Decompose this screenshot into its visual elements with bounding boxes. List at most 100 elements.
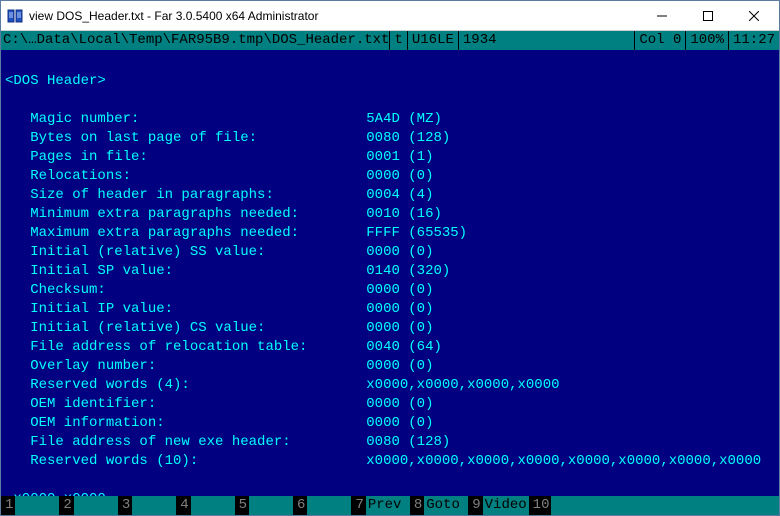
content-row: Relocations: 0000 (0) (5, 167, 775, 186)
fkey-label (249, 496, 293, 515)
fkey-3[interactable]: 3 (118, 496, 176, 515)
row-label: Initial (relative) SS value: (5, 244, 366, 260)
row-label: File address of relocation table: (5, 339, 366, 355)
file-path: C:\…Data\Local\Temp\FAR95B9.tmp\DOS_Head… (1, 31, 389, 50)
fkey-label (191, 496, 235, 515)
app-icon (7, 8, 23, 24)
fkey-5[interactable]: 5 (235, 496, 293, 515)
row-label: File address of new exe header: (5, 434, 366, 450)
status-col: Col 0 (635, 31, 685, 50)
fkey-number: 7 (351, 496, 365, 515)
fkey-fill (595, 496, 779, 515)
row-label: OEM information: (5, 415, 366, 431)
row-label: Reserved words (10): (5, 453, 366, 469)
window-title: view DOS_Header.txt - Far 3.0.5400 x64 A… (29, 9, 639, 23)
fkey-number: 3 (118, 496, 132, 515)
row-value: x0000,x0000,x0000,x0000 (366, 377, 559, 393)
status-encoding: U16LE (408, 31, 458, 50)
status-time: 11:27 (729, 31, 779, 50)
row-label: Reserved words (4): (5, 377, 366, 393)
minimize-button[interactable] (639, 1, 685, 31)
fkey-number: 2 (59, 496, 73, 515)
row-value: 0004 (4) (366, 187, 433, 203)
fkey-number: 9 (468, 496, 482, 515)
content-row: File address of relocation table: 0040 (… (5, 338, 775, 357)
fkey-label (15, 496, 59, 515)
fkey-number: 4 (176, 496, 190, 515)
fkey-7[interactable]: 7Prev (351, 496, 409, 515)
row-value: 0000 (0) (366, 244, 433, 260)
content-row: Size of header in paragraphs: 0004 (4) (5, 186, 775, 205)
fkey-number: 5 (235, 496, 249, 515)
fkey-number: 1 (1, 496, 15, 515)
content-row: Overlay number: 0000 (0) (5, 357, 775, 376)
row-label: Initial SP value: (5, 263, 366, 279)
section-heading: <DOS Header> (5, 72, 775, 91)
fkey-list: 1 2 3 4 5 6 7Prev 8Goto 9Video 10 (1, 496, 595, 515)
row-label: Overlay number: (5, 358, 366, 374)
fkey-label: Goto (424, 496, 468, 515)
row-label: Magic number: (5, 111, 366, 127)
status-percent: 100% (686, 31, 728, 50)
content-row: Bytes on last page of file: 0080 (128) (5, 129, 775, 148)
fkey-label (132, 496, 176, 515)
titlebar: view DOS_Header.txt - Far 3.0.5400 x64 A… (1, 1, 779, 31)
row-value: 0010 (16) (366, 206, 442, 222)
row-value: 0080 (128) (366, 130, 450, 146)
fkey-number: 6 (293, 496, 307, 515)
fkey-10[interactable]: 10 (529, 496, 596, 515)
row-value: 0000 (0) (366, 282, 433, 298)
fkey-4[interactable]: 4 (176, 496, 234, 515)
row-value: 0080 (128) (366, 434, 450, 450)
fkey-9[interactable]: 9Video (468, 496, 528, 515)
row-value: 0000 (0) (366, 396, 433, 412)
fkey-8[interactable]: 8Goto (410, 496, 468, 515)
row-label: Minimum extra paragraphs needed: (5, 206, 366, 222)
fkey-1[interactable]: 1 (1, 496, 59, 515)
status-flag: t (390, 31, 406, 50)
row-value: 0001 (1) (366, 149, 433, 165)
fkey-label (307, 496, 351, 515)
content-row: Initial (relative) SS value: 0000 (0) (5, 243, 775, 262)
fkey-number: 10 (529, 496, 552, 515)
content-row: Pages in file: 0001 (1) (5, 148, 775, 167)
content-row: OEM information: 0000 (0) (5, 414, 775, 433)
viewer-content[interactable]: <DOS Header> Magic number: 5A4D (MZ) Byt… (1, 50, 779, 496)
row-value: 0000 (0) (366, 358, 433, 374)
row-value: 0140 (320) (366, 263, 450, 279)
content-row: OEM identifier: 0000 (0) (5, 395, 775, 414)
content-row: Minimum extra paragraphs needed: 0010 (1… (5, 205, 775, 224)
fkey-label (74, 496, 118, 515)
content-row: Initial IP value: 0000 (0) (5, 300, 775, 319)
status-bar: C:\…Data\Local\Temp\FAR95B9.tmp\DOS_Head… (1, 31, 779, 50)
row-label: Initial (relative) CS value: (5, 320, 366, 336)
row-label: Pages in file: (5, 149, 366, 165)
fkey-label (551, 496, 595, 515)
fkey-6[interactable]: 6 (293, 496, 351, 515)
row-label: OEM identifier: (5, 396, 366, 412)
rows-container: Magic number: 5A4D (MZ) Bytes on last pa… (5, 110, 775, 471)
row-value: 0000 (0) (366, 320, 433, 336)
row-value: x0000,x0000,x0000,x0000,x0000,x0000,x000… (366, 453, 761, 469)
content-row: Reserved words (4): x0000,x0000,x0000,x0… (5, 376, 775, 395)
row-label: Initial IP value: (5, 301, 366, 317)
row-value: 0040 (64) (366, 339, 442, 355)
row-label: Checksum: (5, 282, 366, 298)
content-row: Initial SP value: 0140 (320) (5, 262, 775, 281)
fkey-number: 8 (410, 496, 424, 515)
row-value: 5A4D (MZ) (366, 111, 442, 127)
close-button[interactable] (731, 1, 777, 31)
content-row: Checksum: 0000 (0) (5, 281, 775, 300)
row-label: Size of header in paragraphs: (5, 187, 366, 203)
fkey-label: Video (483, 496, 529, 515)
row-label: Bytes on last page of file: (5, 130, 366, 146)
row-value: FFFF (65535) (366, 225, 467, 241)
content-row: Magic number: 5A4D (MZ) (5, 110, 775, 129)
row-value: 0000 (0) (366, 301, 433, 317)
status-size: 1934 (459, 31, 501, 50)
content-row: Reserved words (10): x0000,x0000,x0000,x… (5, 452, 775, 471)
maximize-button[interactable] (685, 1, 731, 31)
content-row: Initial (relative) CS value: 0000 (0) (5, 319, 775, 338)
row-value: 0000 (0) (366, 415, 433, 431)
fkey-2[interactable]: 2 (59, 496, 117, 515)
